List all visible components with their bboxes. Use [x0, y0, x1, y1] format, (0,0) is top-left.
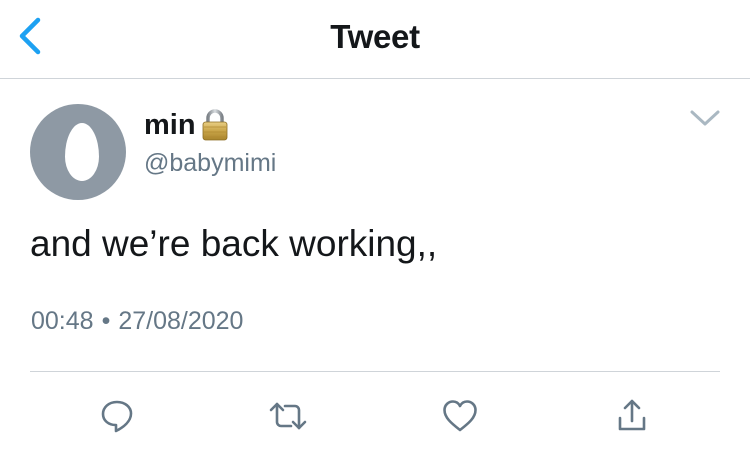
reply-button[interactable] — [97, 396, 137, 436]
author-handle[interactable]: @babymimi — [144, 149, 276, 178]
share-button[interactable] — [612, 396, 652, 436]
tweet-timestamp: 00:48 • 27/08/2020 — [31, 307, 243, 336]
tweet-text: and we’re back working,, — [30, 223, 438, 264]
retweet-icon — [269, 402, 307, 430]
tweet-options-button[interactable] — [688, 106, 722, 130]
display-name: min — [144, 109, 196, 141]
like-button[interactable] — [440, 396, 480, 436]
default-egg-avatar-icon — [65, 123, 99, 181]
meta-separator: • — [101, 307, 111, 335]
divider — [30, 371, 720, 372]
page-title: Tweet — [330, 18, 420, 55]
author-name-row[interactable]: min — [144, 106, 230, 144]
reply-icon — [101, 400, 133, 433]
lock-icon — [202, 109, 227, 141]
chevron-down-icon — [690, 110, 720, 126]
navigation-header: Tweet — [0, 0, 750, 79]
avatar[interactable] — [30, 104, 126, 200]
share-icon — [618, 399, 646, 431]
tweet-time: 00:48 — [31, 307, 94, 335]
heart-icon — [443, 400, 477, 432]
tweet-date: 27/08/2020 — [118, 307, 244, 335]
retweet-button[interactable] — [268, 396, 308, 436]
